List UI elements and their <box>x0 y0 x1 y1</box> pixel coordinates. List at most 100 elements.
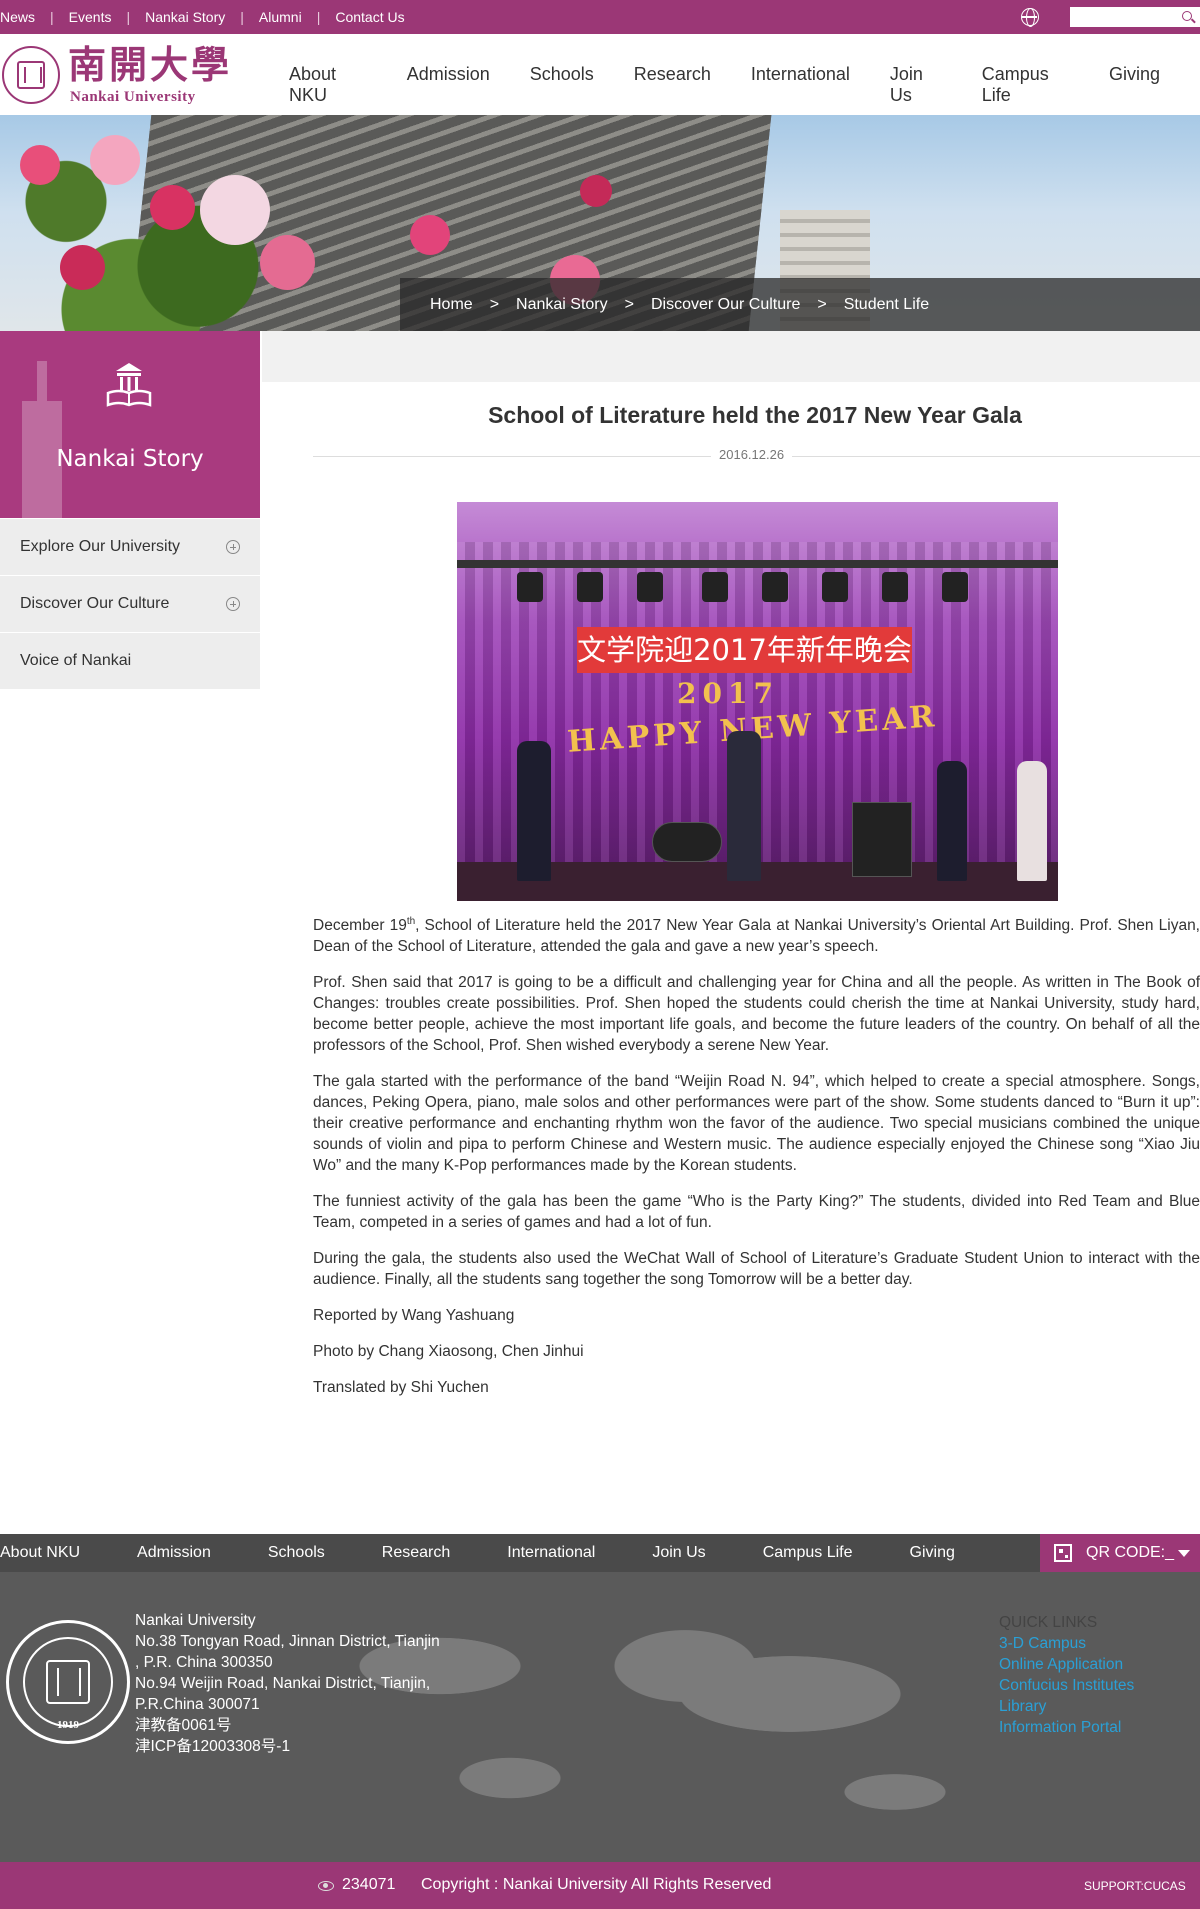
quick-link-library[interactable]: Library <box>999 1696 1134 1717</box>
breadcrumb-separator: > <box>489 295 500 313</box>
breadcrumb-discover-our-culture[interactable]: Discover Our Culture <box>651 296 800 314</box>
footer-nav-research[interactable]: Research <box>382 1544 450 1562</box>
address-line: No.94 Weijin Road, Nankai District, Tian… <box>135 1675 431 1692</box>
footer-nav-giving[interactable]: Giving <box>910 1544 955 1562</box>
stage-light <box>762 572 788 602</box>
top-utility-bar: News | Events | Nankai Story | Alumni | … <box>0 0 1200 34</box>
stage-light <box>637 572 663 602</box>
top-link-news[interactable]: News <box>0 9 35 25</box>
sidebar-title: Nankai Story <box>56 446 204 472</box>
amplifier <box>852 802 912 877</box>
address-line: No.38 Tongyan Road, Jinnan District, Tia… <box>135 1633 440 1650</box>
logo-chinese-text[interactable]: 南開大學 <box>68 43 232 87</box>
nav-schools[interactable]: Schools <box>530 64 594 106</box>
content-top-bar <box>262 331 1200 382</box>
article-body: December 19th, School of Literature held… <box>313 915 1200 1413</box>
separator: | <box>316 9 321 25</box>
support-link[interactable]: SUPPORT:CUCAS <box>1084 1879 1186 1893</box>
sidebar-item-label: Voice of Nankai <box>20 652 132 669</box>
footer-nav-admission[interactable]: Admission <box>137 1544 211 1562</box>
main-navigation: About NKU Admission Schools Research Int… <box>289 64 1200 106</box>
search-box <box>1070 7 1200 27</box>
quick-link-online-application[interactable]: Online Application <box>999 1654 1134 1675</box>
qr-code-label: QR CODE:_ <box>1086 1544 1175 1561</box>
logo-english-text[interactable]: Nankai University <box>70 89 196 106</box>
quick-link-3d-campus[interactable]: 3-D Campus <box>999 1633 1134 1654</box>
performer-guitarist <box>937 761 967 881</box>
nav-giving[interactable]: Giving <box>1109 64 1160 106</box>
stage-light <box>702 572 728 602</box>
quick-link-information-portal[interactable]: Information Portal <box>999 1717 1134 1738</box>
article-credit-translator: Translated by Shi Yuchen <box>313 1379 489 1396</box>
top-link-events[interactable]: Events <box>69 9 112 25</box>
globe-icon[interactable] <box>1021 8 1039 27</box>
nav-international[interactable]: International <box>751 64 850 106</box>
top-link-alumni[interactable]: Alumni <box>259 9 302 25</box>
sidebar-item-voice-of-nankai[interactable]: Voice of Nankai <box>0 633 260 690</box>
footer-main: 1919 Nankai University No.38 Tongyan Roa… <box>0 1572 1200 1862</box>
nav-join-us[interactable]: Join Us <box>890 64 942 106</box>
stage-light <box>822 572 848 602</box>
drum-kit <box>652 822 722 862</box>
sidebar-item-explore-our-university[interactable]: Explore Our University <box>0 519 260 576</box>
top-link-contact-us[interactable]: Contact Us <box>335 9 404 25</box>
banner-flower <box>20 145 60 185</box>
balloon-year: 2017 <box>677 677 779 710</box>
footer-nav-campus-life[interactable]: Campus Life <box>763 1544 853 1562</box>
quick-link-confucius-institutes[interactable]: Confucius Institutes <box>999 1675 1134 1696</box>
footer-nav-schools[interactable]: Schools <box>268 1544 325 1562</box>
university-seal-logo[interactable] <box>2 46 60 104</box>
quick-links: QUICK LINKS 3-D Campus Online Applicatio… <box>999 1612 1134 1738</box>
nav-about-nku[interactable]: About NKU <box>289 64 367 106</box>
article-date-row: 2016.12.26 <box>313 447 1200 467</box>
breadcrumb: Home > Nankai Story > Discover Our Cultu… <box>400 278 1200 331</box>
banner-flower <box>150 185 195 230</box>
article-paragraph: December 19th, School of Literature held… <box>313 915 1200 955</box>
separator: | <box>126 9 131 25</box>
caret-down-icon <box>1178 1550 1190 1557</box>
nav-admission[interactable]: Admission <box>407 64 490 106</box>
nav-research[interactable]: Research <box>634 64 711 106</box>
search-icon[interactable] <box>1182 11 1192 21</box>
performer-bassist <box>517 741 551 881</box>
footer-navigation: About NKU Admission Schools Research Int… <box>0 1534 1200 1572</box>
expand-plus-icon[interactable] <box>226 597 240 611</box>
address-line: P.R.China 300071 <box>135 1696 260 1713</box>
article-paragraph: The funniest activity of the gala has be… <box>313 1193 1200 1231</box>
tower-silhouette <box>12 361 72 518</box>
article-paragraph: During the gala, the students also used … <box>313 1250 1200 1288</box>
footer-nav-items: About NKU Admission Schools Research Int… <box>0 1534 1012 1572</box>
footer-nav-about-nku[interactable]: About NKU <box>0 1544 80 1562</box>
breadcrumb-home[interactable]: Home <box>430 296 473 314</box>
search-input[interactable] <box>1070 7 1170 27</box>
banner-flower <box>410 215 450 255</box>
breadcrumb-separator: > <box>624 295 634 313</box>
sidebar-item-label: Discover Our Culture <box>20 595 170 612</box>
quick-links-title: QUICK LINKS <box>999 1614 1098 1631</box>
banner-flower <box>580 175 612 207</box>
eye-icon <box>318 1881 334 1891</box>
nav-campus-life[interactable]: Campus Life <box>982 64 1069 106</box>
banner-flower <box>60 245 105 290</box>
sidebar-menu: Explore Our University Discover Our Cult… <box>0 519 260 690</box>
performer-keyboardist <box>1017 761 1047 881</box>
stage-truss <box>457 560 1058 568</box>
expand-plus-icon[interactable] <box>226 540 240 554</box>
article-title: School of Literature held the 2017 New Y… <box>488 402 1022 428</box>
article-credit-reporter: Reported by Wang Yashuang <box>313 1307 515 1324</box>
stage-light <box>577 572 603 602</box>
library-book-icon <box>106 363 152 407</box>
top-link-nankai-story[interactable]: Nankai Story <box>145 9 225 25</box>
breadcrumb-student-life: Student Life <box>843 295 930 313</box>
breadcrumb-nankai-story[interactable]: Nankai Story <box>516 296 608 314</box>
seal-year: 1919 <box>57 1719 79 1731</box>
sidebar-item-discover-our-culture[interactable]: Discover Our Culture <box>0 576 260 633</box>
footer-nav-international[interactable]: International <box>507 1544 595 1562</box>
article-photo-gala-stage: 文学院迎2017年新年晚会 2017 HAPPY NEW YEAR <box>457 502 1058 901</box>
qr-code-dropdown[interactable]: QR CODE:_ <box>1040 1534 1200 1572</box>
footer-nav-join-us[interactable]: Join Us <box>652 1544 705 1562</box>
article-paragraph: The gala started with the performance of… <box>313 1073 1200 1174</box>
sidebar-header: Nankai Story <box>0 331 260 518</box>
visit-counter: 234071 <box>342 1876 396 1893</box>
banner-flower <box>90 135 140 185</box>
